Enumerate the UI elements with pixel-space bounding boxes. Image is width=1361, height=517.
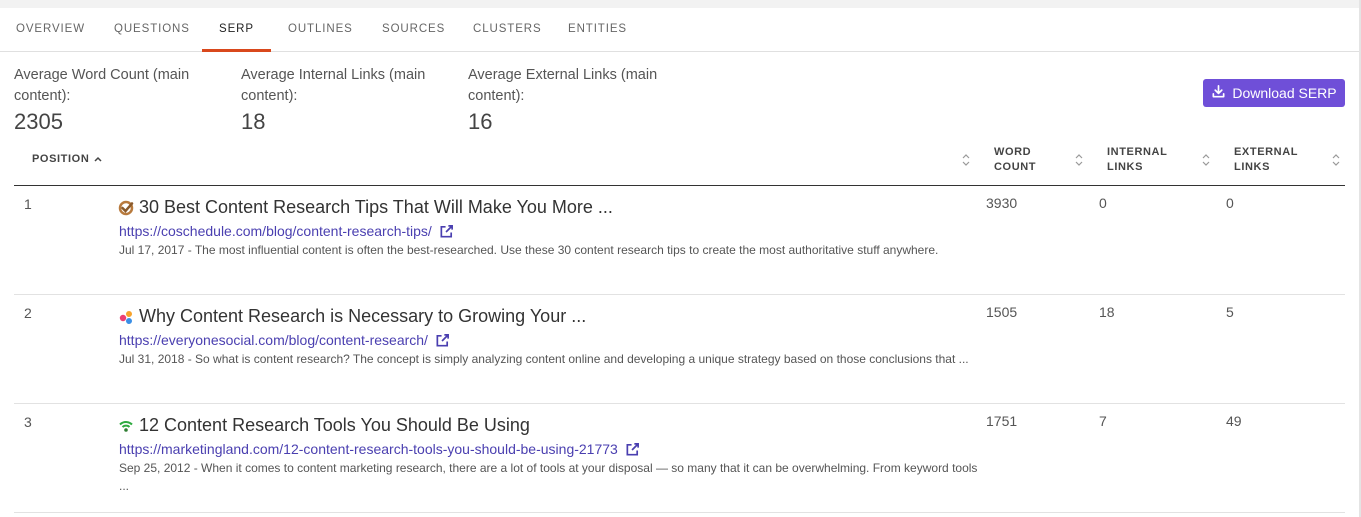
sort-external-links-icon[interactable]	[1331, 153, 1341, 167]
result-title[interactable]: Why Content Research is Necessary to Gro…	[118, 306, 586, 327]
marketingland-signal-icon	[118, 418, 134, 434]
sort-asc-icon	[94, 152, 102, 167]
external-link-icon[interactable]	[435, 333, 450, 348]
sort-internal-links-icon[interactable]	[1201, 153, 1211, 167]
header-position[interactable]: POSITION	[32, 152, 102, 167]
result-description: Jul 17, 2017 - The most influential cont…	[119, 243, 939, 257]
sort-word-count-icon[interactable]	[1074, 153, 1084, 167]
table-row: 3 12 Content Research Tools You Should B…	[14, 404, 1345, 513]
external-links-cell: 5	[1226, 304, 1234, 320]
stat-label: Average External Links (main content):	[468, 67, 658, 104]
tab-clusters[interactable]: CLUSTERS	[473, 8, 542, 52]
stat-value: 16	[468, 109, 493, 134]
download-label: Download SERP	[1232, 85, 1337, 101]
word-count-cell: 1505	[986, 304, 1018, 320]
download-icon	[1211, 84, 1226, 102]
everyonesocial-dots-icon	[118, 309, 134, 325]
external-links-cell: 49	[1226, 413, 1242, 429]
header-position-label: POSITION	[32, 153, 90, 165]
result-title[interactable]: 12 Content Research Tools You Should Be …	[118, 415, 530, 436]
external-link-icon[interactable]	[625, 442, 640, 457]
table-row: 2 Why Content Research is Necessary to G…	[14, 295, 1345, 404]
internal-links-cell: 0	[1099, 195, 1107, 211]
row-position: 3	[24, 414, 32, 430]
result-description: Sep 25, 2012 - When it comes to content …	[119, 461, 978, 493]
result-url[interactable]: https://everyonesocial.com/blog/content-…	[119, 332, 450, 348]
result-description: Jul 31, 2018 - So what is content resear…	[119, 352, 969, 366]
stat-label: Average Internal Links (main content):	[241, 67, 426, 104]
stat-value: 2305	[14, 109, 63, 134]
tab-serp[interactable]: SERP	[202, 8, 271, 52]
tab-outlines[interactable]: OUTLINES	[288, 8, 353, 52]
internal-links-cell: 7	[1099, 413, 1107, 429]
external-links-cell: 0	[1226, 195, 1234, 211]
tab-sources[interactable]: SOURCES	[382, 8, 445, 52]
tab-overview[interactable]: OVERVIEW	[16, 8, 85, 52]
coschedule-check-icon	[118, 200, 134, 216]
row-position: 2	[24, 305, 32, 321]
word-count-cell: 1751	[986, 413, 1018, 429]
tab-entities[interactable]: ENTITIES	[568, 8, 627, 52]
stat-internal-links: Average Internal Links (main content): 1…	[241, 65, 451, 135]
header-word-count: WORD COUNT	[994, 146, 1037, 173]
word-count-cell: 3930	[986, 195, 1018, 211]
result-title-text: 12 Content Research Tools You Should Be …	[139, 415, 530, 435]
row-position: 1	[24, 196, 32, 212]
tab-questions[interactable]: QUESTIONS	[114, 8, 190, 52]
result-url-text: https://coschedule.com/blog/content-rese…	[119, 223, 432, 239]
stat-value: 18	[241, 109, 266, 134]
external-link-icon[interactable]	[439, 224, 454, 239]
result-title-text: Why Content Research is Necessary to Gro…	[139, 306, 587, 326]
table-row: 1 30 Best Content Research Tips That Wil…	[14, 186, 1345, 295]
stat-word-count: Average Word Count (main content): 2305	[14, 65, 214, 135]
stat-external-links: Average External Links (main content): 1…	[468, 65, 678, 135]
internal-links-cell: 18	[1099, 304, 1115, 320]
result-url-text: https://everyonesocial.com/blog/content-…	[119, 332, 428, 348]
result-title[interactable]: 30 Best Content Research Tips That Will …	[118, 197, 613, 218]
header-internal-links: INTERNAL LINKS	[1107, 146, 1168, 173]
result-title-text: 30 Best Content Research Tips That Will …	[139, 197, 613, 217]
result-url[interactable]: https://marketingland.com/12-content-res…	[119, 441, 640, 457]
tab-bar: OVERVIEW QUESTIONS SERP OUTLINES SOURCES…	[0, 8, 1359, 52]
result-url-text: https://marketingland.com/12-content-res…	[119, 441, 618, 457]
stat-label: Average Word Count (main content):	[14, 67, 190, 104]
header-external-links: EXTERNAL LINKS	[1234, 146, 1298, 173]
sort-column-icon[interactable]	[961, 153, 971, 167]
top-strip	[0, 0, 1361, 8]
download-serp-button[interactable]: Download SERP	[1203, 79, 1345, 107]
result-url[interactable]: https://coschedule.com/blog/content-rese…	[119, 223, 454, 239]
